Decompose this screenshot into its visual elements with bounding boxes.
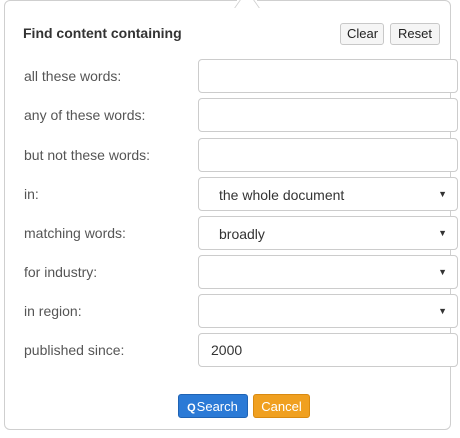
matching-select-value: broadly	[219, 226, 265, 242]
exclude-words-input[interactable]	[198, 138, 458, 172]
row-industry: for industry: ▼	[5, 255, 458, 289]
in-select-value: the whole document	[219, 187, 345, 203]
any-words-input[interactable]	[198, 98, 458, 132]
clear-button[interactable]: Clear	[340, 23, 384, 45]
published-label: published since:	[24, 342, 125, 358]
row-matching: matching words: broadly ▼	[5, 216, 458, 250]
matching-select[interactable]: broadly ▼	[198, 216, 458, 250]
industry-label: for industry:	[24, 264, 98, 280]
any-words-label: any of these words:	[24, 107, 146, 123]
chevron-down-icon: ▼	[438, 267, 447, 277]
region-select[interactable]: ▼	[198, 294, 458, 328]
region-label: in region:	[24, 303, 82, 319]
search-panel: Find content containing Clear Reset all …	[4, 0, 458, 430]
chevron-down-icon: ▼	[438, 306, 447, 316]
chevron-down-icon: ▼	[438, 189, 447, 199]
panel-header: Find content containing Clear Reset	[15, 23, 440, 45]
row-in: in: the whole document ▼	[5, 177, 458, 211]
all-words-label: all these words:	[24, 68, 122, 84]
form-actions: QSearch Cancel	[5, 394, 450, 418]
in-label: in:	[24, 186, 39, 202]
row-any-words: any of these words:	[5, 98, 458, 132]
popover-arrow	[237, 0, 257, 8]
row-exclude-words: but not these words:	[5, 138, 458, 172]
row-published: published since:	[5, 333, 458, 367]
row-all-words: all these words:	[5, 59, 458, 93]
matching-label: matching words:	[24, 225, 126, 241]
industry-select[interactable]: ▼	[198, 255, 458, 289]
search-icon: Q	[187, 402, 196, 414]
row-region: in region: ▼	[5, 294, 458, 328]
published-input[interactable]	[198, 333, 458, 367]
exclude-words-label: but not these words:	[24, 147, 151, 163]
in-select[interactable]: the whole document ▼	[198, 177, 458, 211]
panel-title: Find content containing	[23, 25, 182, 41]
search-button[interactable]: QSearch	[178, 394, 248, 418]
cancel-button[interactable]: Cancel	[253, 394, 310, 418]
reset-button[interactable]: Reset	[390, 23, 440, 45]
search-button-label: Search	[196, 399, 238, 414]
all-words-input[interactable]	[198, 59, 458, 93]
chevron-down-icon: ▼	[438, 228, 447, 238]
